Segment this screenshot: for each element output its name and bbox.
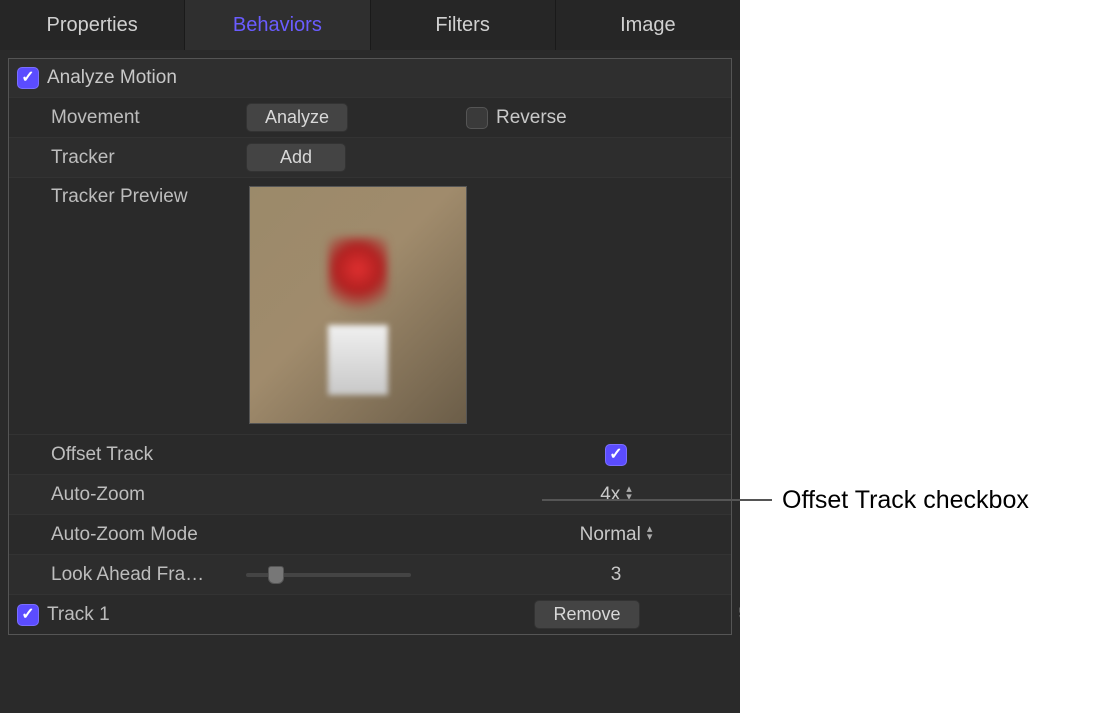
look-ahead-value[interactable]: 3	[466, 564, 766, 586]
row-tracker: Tracker Add	[9, 137, 731, 177]
inspector-panel: Properties Behaviors Filters Image Analy…	[0, 0, 740, 713]
behavior-body: Analyze Motion Movement Analyze Reverse …	[8, 58, 732, 635]
analyze-motion-checkbox[interactable]	[17, 67, 39, 89]
movement-label: Movement	[51, 107, 246, 129]
callout-leader-line	[542, 499, 772, 501]
remove-button[interactable]: Remove	[534, 600, 639, 629]
row-offset-track: Offset Track	[9, 434, 731, 474]
row-movement: Movement Analyze Reverse	[9, 97, 731, 137]
offset-track-checkbox[interactable]	[605, 444, 627, 466]
offset-track-label: Offset Track	[51, 444, 246, 466]
auto-zoom-mode-value[interactable]: Normal ▴▾	[466, 524, 766, 546]
stepper-icon[interactable]: ▴▾	[647, 527, 653, 543]
look-ahead-value-text: 3	[611, 564, 622, 586]
look-ahead-slider[interactable]	[246, 565, 411, 585]
analyze-motion-header[interactable]: Analyze Motion	[9, 59, 731, 97]
auto-zoom-value[interactable]: 4x ▴▾	[466, 484, 766, 506]
analyze-motion-title: Analyze Motion	[47, 67, 177, 89]
add-button[interactable]: Add	[246, 143, 346, 172]
auto-zoom-mode-label: Auto-Zoom Mode	[51, 524, 246, 546]
analyze-button[interactable]: Analyze	[246, 103, 348, 132]
auto-zoom-label: Auto-Zoom	[51, 484, 246, 506]
track-1-label: Track 1	[47, 604, 217, 626]
tab-image[interactable]: Image	[556, 0, 740, 50]
track-1-checkbox[interactable]	[17, 604, 39, 626]
look-ahead-label: Look Ahead Fra…	[51, 564, 246, 586]
callout-label: Offset Track checkbox	[782, 486, 1029, 515]
tab-behaviors[interactable]: Behaviors	[185, 0, 370, 50]
reverse-label: Reverse	[496, 107, 567, 129]
row-look-ahead: Look Ahead Fra… 3	[9, 554, 731, 594]
tracker-preview-label: Tracker Preview	[51, 186, 246, 208]
row-tracker-preview: Tracker Preview	[9, 177, 731, 434]
tab-filters[interactable]: Filters	[371, 0, 556, 50]
row-auto-zoom-mode: Auto-Zoom Mode Normal ▴▾	[9, 514, 731, 554]
callout-area: Offset Track checkbox	[740, 0, 1093, 713]
auto-zoom-value-text: 4x	[600, 484, 620, 506]
reverse-checkbox[interactable]	[466, 107, 488, 129]
row-auto-zoom: Auto-Zoom 4x ▴▾	[9, 474, 731, 514]
tracker-label: Tracker	[51, 147, 246, 169]
inspector-tabs: Properties Behaviors Filters Image	[0, 0, 740, 50]
tracker-preview-image[interactable]	[249, 186, 467, 424]
row-track-1: Track 1 Remove	[9, 594, 731, 634]
tab-properties[interactable]: Properties	[0, 0, 185, 50]
auto-zoom-mode-value-text: Normal	[580, 524, 641, 546]
